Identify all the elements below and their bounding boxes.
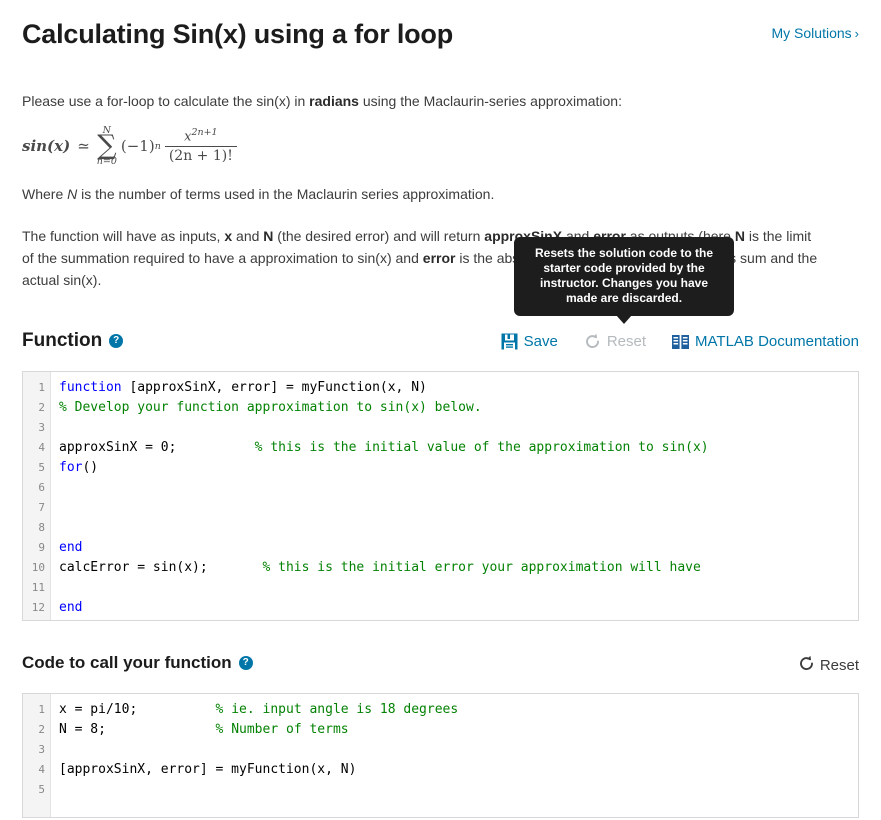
call-editor-gutter: 1 2 3 4 5 (23, 694, 51, 817)
formula-fraction: x2n+1 (2n + 1)! (164, 126, 237, 165)
code-line[interactable]: end (59, 538, 858, 558)
line-number: 4 (38, 763, 45, 776)
line-number: 12 (31, 601, 45, 614)
formula-num-exponent: 2n+1 (191, 126, 218, 138)
my-solutions-label: My Solutions (771, 25, 852, 41)
save-label: Save (523, 333, 558, 350)
formula-approx-sign: ≃ (77, 137, 90, 155)
documentation-book-icon (672, 334, 690, 349)
reset-tooltip: Resets the solution code to the starter … (514, 237, 734, 324)
function-editor-code[interactable]: function [approxSinX, error] = myFunctio… (51, 372, 858, 620)
function-toolbar: Save Reset MATLAB Documentation (501, 333, 859, 350)
line-number: 11 (31, 581, 45, 594)
line-number: 6 (38, 481, 45, 494)
formula-fraction-numerator: x2n+1 (180, 126, 222, 146)
code-line[interactable]: % Develop your function approximation to… (59, 398, 858, 418)
intro-p1-text-b: using the Maclaurin-series approximation… (358, 93, 622, 109)
intro-p2-text-b: is the number of terms used in the Macla… (77, 186, 495, 202)
intro-paragraph-2: Where N is the number of terms used in t… (22, 183, 859, 205)
call-section-title: Code to call your function (22, 653, 232, 672)
function-code-editor[interactable]: 1 2 3 4 5 6 7 8 9 10 11 12 function [approxSinX, er… (22, 371, 859, 621)
code-line[interactable]: function [approxSinX, error] = myFunctio… (59, 378, 858, 398)
tooltip-arrow-icon (616, 315, 632, 324)
call-editor-code[interactable]: x = pi/10; % ie. input angle is 18 degre… (51, 694, 858, 817)
reset-call-label: Reset (819, 657, 859, 674)
reset-icon (584, 333, 601, 350)
intro-p3-bold-x: x (224, 228, 233, 244)
formula-fraction-denominator: (2n + 1)! (168, 148, 233, 165)
intro-p3-text-c: (the desired error) and will return (273, 228, 485, 244)
reset-function-label: Reset (606, 333, 647, 350)
save-button[interactable]: Save (501, 333, 558, 350)
code-line[interactable] (59, 478, 858, 498)
line-number: 1 (38, 703, 45, 716)
call-section-header: Code to call your function? Reset (22, 651, 859, 679)
chevron-right-icon: › (854, 26, 859, 41)
intro-p3-text-a: The function will have as inputs, (22, 228, 225, 244)
maclaurin-formula: sin(x) ≃ N ∑ n=0 (−1) n x2n+1 (2n + 1)! (22, 124, 859, 168)
code-line[interactable]: approxSinX = 0; % this is the initial va… (59, 438, 858, 458)
code-line[interactable]: end (59, 598, 858, 618)
reset-call-button[interactable]: Reset (798, 655, 859, 676)
line-number: 9 (38, 541, 45, 554)
code-line[interactable] (59, 780, 858, 800)
my-solutions-link[interactable]: My Solutions › (772, 25, 860, 41)
line-number: 3 (38, 421, 45, 434)
formula-sign-term: (−1) (120, 137, 155, 155)
intro-p1-bold-radians: radians (309, 93, 359, 109)
help-icon[interactable]: ? (109, 334, 124, 349)
function-section-header: Function? Save Reset MATLAB Documentatio… (22, 329, 859, 357)
line-number: 5 (38, 783, 45, 796)
function-editor-gutter: 1 2 3 4 5 6 7 8 9 10 11 12 (23, 372, 51, 620)
formula-lhs: sin(x) (22, 137, 71, 155)
help-icon[interactable]: ? (238, 656, 253, 671)
formula-sum-lower-limit: n=0 (96, 156, 117, 167)
line-number: 10 (31, 561, 45, 574)
code-line[interactable] (59, 578, 858, 598)
code-line[interactable]: for() (59, 458, 858, 478)
line-number: 7 (38, 501, 45, 514)
code-line[interactable]: calcError = sin(x); % this is the initia… (59, 558, 858, 578)
intro-p2-italic-n: N (67, 186, 78, 202)
page-header: Calculating Sin(x) using a for loop My S… (22, 0, 859, 62)
line-number: 4 (38, 441, 45, 454)
function-section-title: Function (22, 330, 103, 351)
intro-p3-bold-error2: error (422, 250, 456, 266)
reset-icon (798, 655, 815, 676)
code-line[interactable] (59, 740, 858, 760)
intro-p3-bold-n2: N (734, 228, 745, 244)
code-line[interactable]: N = 8; % Number of terms (59, 720, 858, 740)
intro-p2-text-a: Where (22, 186, 68, 202)
sigma-icon: ∑ (97, 130, 117, 161)
page-title: Calculating Sin(x) using a for loop (22, 19, 454, 49)
line-number: 8 (38, 521, 45, 534)
formula-summation: N ∑ n=0 (96, 125, 117, 167)
code-line[interactable] (59, 418, 858, 438)
formula-sign-exponent: n (154, 140, 161, 152)
line-number: 5 (38, 461, 45, 474)
intro-p3-text-b: and (232, 228, 264, 244)
line-number: 2 (38, 723, 45, 736)
assignment-page: Calculating Sin(x) using a for loop My S… (0, 0, 881, 820)
line-number: 3 (38, 743, 45, 756)
matlab-documentation-link[interactable]: MATLAB Documentation (672, 333, 859, 350)
intro-p3-bold-n1: N (263, 228, 274, 244)
intro-paragraph-1: Please use a for-loop to calculate the s… (22, 90, 859, 112)
code-line[interactable] (59, 498, 858, 518)
code-line[interactable]: x = pi/10; % ie. input angle is 18 degre… (59, 700, 858, 720)
line-number: 2 (38, 401, 45, 414)
matlab-documentation-label: MATLAB Documentation (695, 333, 859, 350)
line-number: 1 (38, 381, 45, 394)
save-icon (501, 333, 518, 350)
reset-function-button[interactable]: Reset (584, 333, 646, 350)
intro-p1-text-a: Please use a for-loop to calculate the s… (22, 93, 310, 109)
reset-tooltip-text: Resets the solution code to the starter … (534, 246, 714, 305)
code-line[interactable]: [approxSinX, error] = myFunction(x, N) (59, 760, 858, 780)
call-code-editor[interactable]: 1 2 3 4 5 x = pi/10; % ie. input angle is 18… (22, 693, 859, 818)
code-line[interactable] (59, 518, 858, 538)
